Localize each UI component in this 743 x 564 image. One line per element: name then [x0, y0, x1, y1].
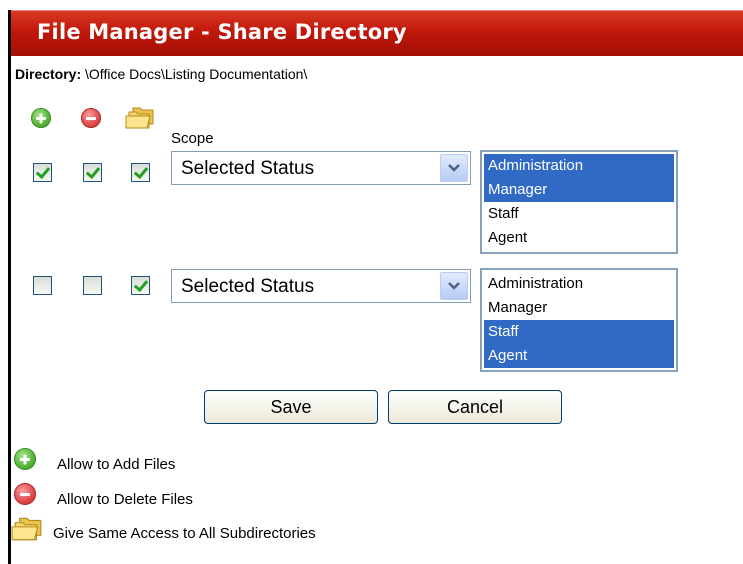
role-option-agent[interactable]: Agent [484, 226, 674, 250]
role-listbox[interactable]: Administration Manager Staff Agent [480, 268, 678, 372]
subdirectories-checkbox[interactable] [131, 163, 150, 182]
save-button[interactable]: Save [204, 390, 378, 424]
role-option-manager[interactable]: Manager [484, 296, 674, 320]
window-title: File Manager - Share Directory [37, 20, 407, 44]
legend-delete-files: Allow to Delete Files [57, 491, 193, 508]
chevron-down-icon[interactable] [440, 154, 468, 182]
role-option-administration[interactable]: Administration [484, 272, 674, 296]
directory-label: Directory: [15, 66, 82, 82]
scope-label: Scope [171, 130, 214, 147]
status-select[interactable]: Selected Status [171, 151, 471, 185]
add-files-checkbox[interactable] [33, 276, 52, 295]
directory-line: Directory: \Office Docs\Listing Document… [15, 66, 307, 82]
role-option-administration[interactable]: Administration [484, 154, 674, 178]
role-option-agent[interactable]: Agent [484, 344, 674, 368]
status-select-value: Selected Status [181, 158, 315, 179]
directory-path: \Office Docs\Listing Documentation\ [85, 66, 308, 82]
role-listbox[interactable]: Administration Manager Staff Agent [480, 150, 678, 254]
legend-add-files: Allow to Add Files [57, 456, 176, 473]
status-select[interactable]: Selected Status [171, 269, 471, 303]
minus-circle-icon [81, 108, 101, 128]
title-bar: File Manager - Share Directory [11, 10, 743, 56]
status-select-value: Selected Status [181, 276, 315, 297]
add-files-checkbox[interactable] [33, 163, 52, 182]
plus-circle-icon [31, 108, 51, 128]
share-directory-dialog: File Manager - Share Directory Directory… [8, 10, 743, 564]
role-option-staff[interactable]: Staff [484, 320, 674, 344]
plus-circle-icon [14, 448, 36, 470]
subdirectories-checkbox[interactable] [131, 276, 150, 295]
delete-files-checkbox[interactable] [83, 276, 102, 295]
role-option-staff[interactable]: Staff [484, 202, 674, 226]
delete-files-checkbox[interactable] [83, 163, 102, 182]
role-option-manager[interactable]: Manager [484, 178, 674, 202]
minus-circle-icon [14, 483, 36, 505]
folders-icon [11, 517, 42, 541]
folders-icon [125, 107, 154, 129]
cancel-button[interactable]: Cancel [388, 390, 562, 424]
legend-subdirectories: Give Same Access to All Subdirectories [53, 525, 316, 542]
chevron-down-icon[interactable] [440, 272, 468, 300]
